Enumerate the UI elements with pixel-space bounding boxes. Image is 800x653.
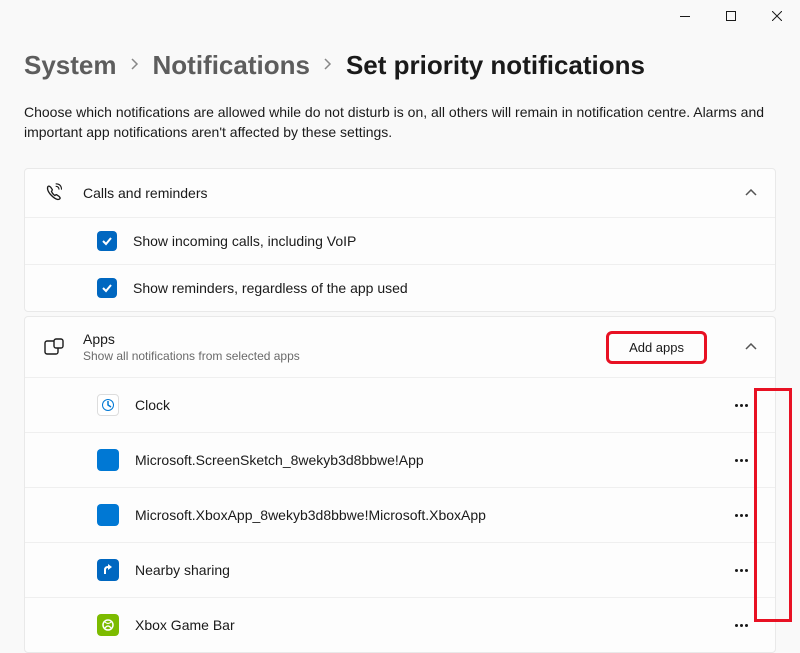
add-apps-button[interactable]: Add apps	[608, 333, 705, 362]
apps-section-header[interactable]: Apps Show all notifications from selecte…	[25, 317, 775, 377]
generic-app-icon	[97, 504, 119, 526]
app-row-clock: Clock	[25, 377, 775, 432]
app-row-screensketch: Microsoft.ScreenSketch_8wekyb3d8bbwe!App	[25, 432, 775, 487]
apps-section-title: Apps	[83, 331, 590, 347]
apps-section-subtitle: Show all notifications from selected app…	[83, 349, 590, 363]
option-incoming-calls[interactable]: Show incoming calls, including VoIP	[25, 217, 775, 264]
option-label: Show reminders, regardless of the app us…	[133, 280, 757, 296]
close-button[interactable]	[754, 0, 800, 32]
app-row-xboxapp: Microsoft.XboxApp_8wekyb3d8bbwe!Microsof…	[25, 487, 775, 542]
app-row-xbox-gamebar: Xbox Game Bar	[25, 597, 775, 652]
app-name: Microsoft.XboxApp_8wekyb3d8bbwe!Microsof…	[135, 507, 709, 523]
page-description: Choose which notifications are allowed w…	[24, 103, 776, 142]
breadcrumb-system[interactable]: System	[24, 50, 117, 81]
option-reminders[interactable]: Show reminders, regardless of the app us…	[25, 264, 775, 311]
app-name: Microsoft.ScreenSketch_8wekyb3d8bbwe!App	[135, 452, 709, 468]
window-controls	[662, 0, 800, 32]
checkbox-reminders[interactable]	[97, 278, 117, 298]
app-row-nearby: Nearby sharing	[25, 542, 775, 597]
breadcrumb: System Notifications Set priority notifi…	[24, 50, 776, 81]
more-options-button[interactable]	[725, 391, 757, 419]
chevron-right-icon	[131, 57, 139, 75]
option-label: Show incoming calls, including VoIP	[133, 233, 757, 249]
minimize-button[interactable]	[662, 0, 708, 32]
more-options-button[interactable]	[725, 446, 757, 474]
app-name: Clock	[135, 397, 709, 413]
share-icon	[97, 559, 119, 581]
page-title: Set priority notifications	[346, 50, 645, 81]
app-name: Xbox Game Bar	[135, 617, 709, 633]
generic-app-icon	[97, 449, 119, 471]
more-options-button[interactable]	[725, 556, 757, 584]
more-options-button[interactable]	[725, 501, 757, 529]
calls-reminders-section: Calls and reminders Show incoming calls,…	[24, 168, 776, 312]
apps-icon	[43, 338, 65, 356]
chevron-up-icon[interactable]	[745, 186, 757, 200]
app-name: Nearby sharing	[135, 562, 709, 578]
checkbox-incoming-calls[interactable]	[97, 231, 117, 251]
maximize-button[interactable]	[708, 0, 754, 32]
breadcrumb-notifications[interactable]: Notifications	[153, 50, 310, 81]
phone-icon	[43, 183, 65, 203]
xbox-icon	[97, 614, 119, 636]
chevron-up-icon[interactable]	[745, 340, 757, 354]
apps-section: Apps Show all notifications from selecte…	[24, 316, 776, 653]
more-options-button[interactable]	[725, 611, 757, 639]
clock-icon	[97, 394, 119, 416]
chevron-right-icon	[324, 57, 332, 75]
calls-section-header[interactable]: Calls and reminders	[25, 169, 775, 217]
calls-section-title: Calls and reminders	[83, 185, 705, 201]
